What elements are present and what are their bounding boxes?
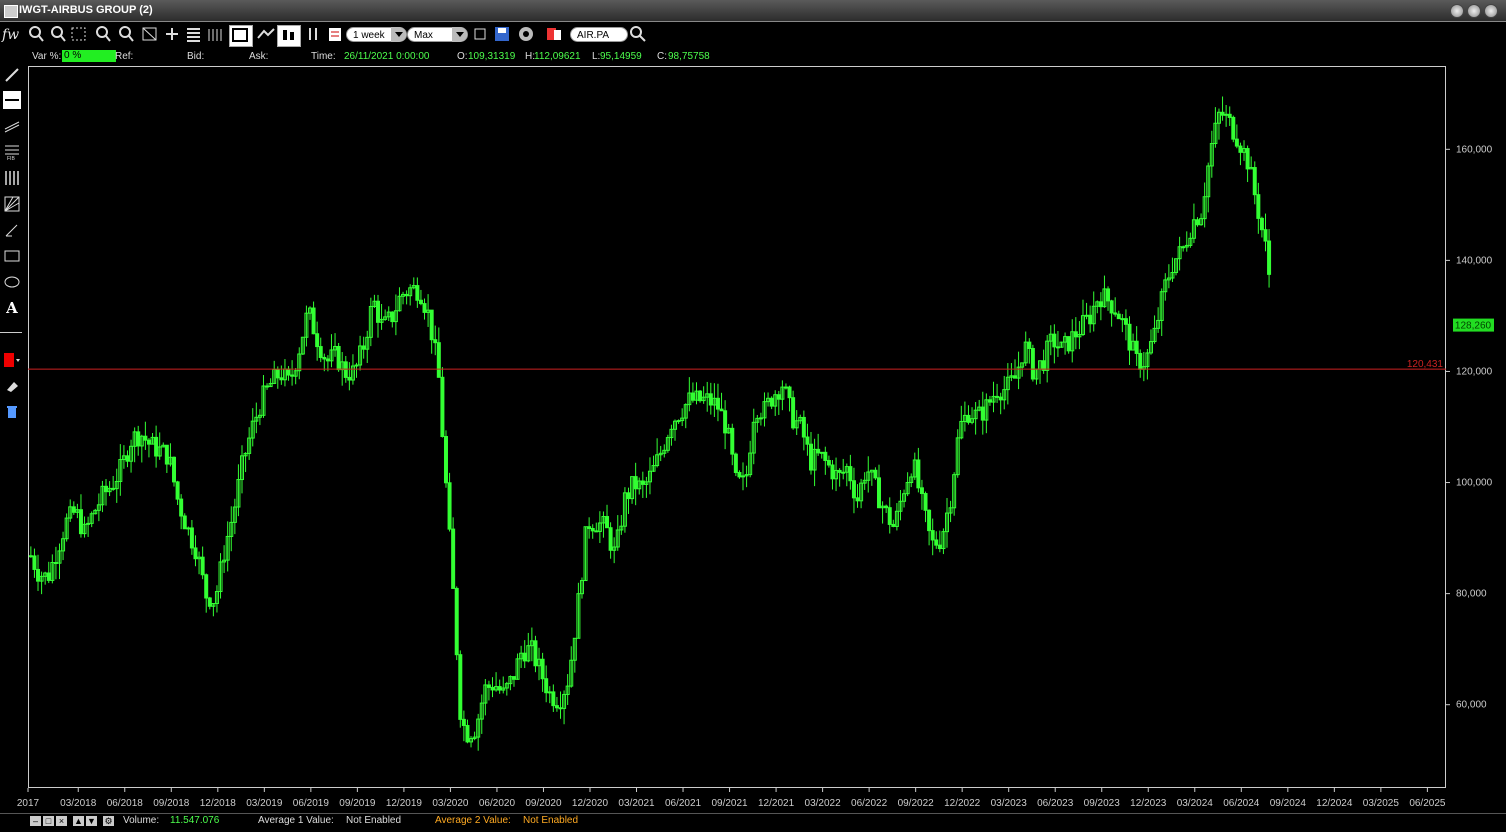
x-tick-label: 03/2023 bbox=[991, 798, 1028, 809]
x-tick-label: 12/2022 bbox=[944, 798, 981, 809]
close-pane-icon[interactable]: × bbox=[56, 816, 67, 826]
pane-settings-icon[interactable]: ⚙ bbox=[103, 816, 114, 826]
x-tick-label: 09/2021 bbox=[711, 798, 748, 809]
x-tick-label: 09/2022 bbox=[898, 798, 935, 809]
x-tick-label: 12/2018 bbox=[200, 798, 237, 809]
x-tick-label: 09/2018 bbox=[153, 798, 190, 809]
x-tick-label: 12/2021 bbox=[758, 798, 795, 809]
x-tick-label: 06/2025 bbox=[1409, 798, 1446, 809]
x-tick-label: 09/2020 bbox=[525, 798, 562, 809]
x-tick-label: 12/2023 bbox=[1130, 798, 1167, 809]
x-tick-label: 12/2019 bbox=[386, 798, 423, 809]
x-tick-label: 09/2024 bbox=[1270, 798, 1307, 809]
x-tick-label: 06/2023 bbox=[1037, 798, 1074, 809]
avg2-value: Not Enabled bbox=[523, 815, 579, 826]
x-tick-label: 03/2024 bbox=[1177, 798, 1214, 809]
y-tick-label: 140,000 bbox=[1456, 255, 1493, 266]
x-tick-label: 2017 bbox=[17, 798, 40, 809]
volume-value: 11.547.076 bbox=[170, 815, 220, 826]
bottom-status-bar: – □ × ▲ ▼ ⚙ Volume: 11.547.076 Average 1… bbox=[0, 813, 1506, 832]
reference-line-label: 120,431 bbox=[1407, 359, 1444, 370]
x-tick-label: 03/2021 bbox=[618, 798, 655, 809]
x-tick-label: 06/2020 bbox=[479, 798, 516, 809]
x-tick-label: 06/2021 bbox=[665, 798, 702, 809]
x-tick-label: 06/2022 bbox=[851, 798, 888, 809]
x-tick-label: 12/2020 bbox=[572, 798, 609, 809]
y-tick-label: 100,000 bbox=[1456, 478, 1493, 489]
x-tick-label: 12/2024 bbox=[1316, 798, 1353, 809]
x-tick-label: 06/2024 bbox=[1223, 798, 1260, 809]
avg1-value: Not Enabled bbox=[346, 815, 402, 826]
x-tick-label: 03/2018 bbox=[60, 798, 97, 809]
avg1-label: Average 1 Value: bbox=[258, 815, 334, 826]
x-tick-label: 06/2018 bbox=[107, 798, 144, 809]
y-tick-label: 60,000 bbox=[1456, 700, 1487, 711]
x-tick-label: 03/2025 bbox=[1363, 798, 1400, 809]
x-tick-label: 03/2019 bbox=[246, 798, 283, 809]
scroll-up-icon[interactable]: ▲ bbox=[73, 816, 84, 826]
restore-pane-icon[interactable]: □ bbox=[43, 816, 54, 826]
x-tick-label: 09/2023 bbox=[1084, 798, 1121, 809]
chart-axes: 120,431 60,000 80,000 100,000 120,000 140,000… bbox=[17, 144, 1494, 809]
x-tick-label: 06/2019 bbox=[293, 798, 330, 809]
scroll-down-icon[interactable]: ▼ bbox=[86, 816, 97, 826]
x-tick-label: 09/2019 bbox=[339, 798, 376, 809]
y-tick-label: 80,000 bbox=[1456, 589, 1487, 600]
x-tick-label: 03/2022 bbox=[805, 798, 842, 809]
last-price-label: 128,260 bbox=[1455, 321, 1492, 332]
volume-label: Volume: bbox=[123, 815, 160, 826]
x-tick-label: 03/2020 bbox=[432, 798, 469, 809]
minimize-pane-icon[interactable]: – bbox=[30, 816, 41, 826]
y-tick-label: 160,000 bbox=[1456, 144, 1493, 155]
y-tick-label: 120,000 bbox=[1456, 366, 1493, 377]
avg2-label: Average 2 Value: bbox=[435, 815, 511, 826]
